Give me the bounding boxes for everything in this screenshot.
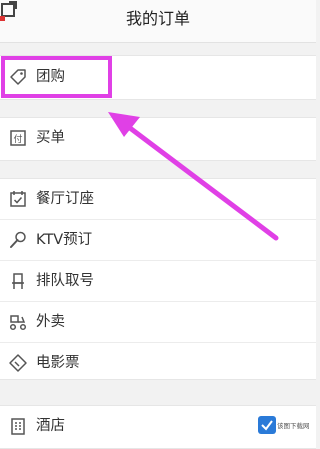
watermark: 该图下载网 (258, 414, 312, 438)
watermark-text: 该图下载网 (277, 422, 310, 430)
watermark-logo-icon (258, 416, 276, 434)
annotation-arrow (108, 112, 279, 241)
